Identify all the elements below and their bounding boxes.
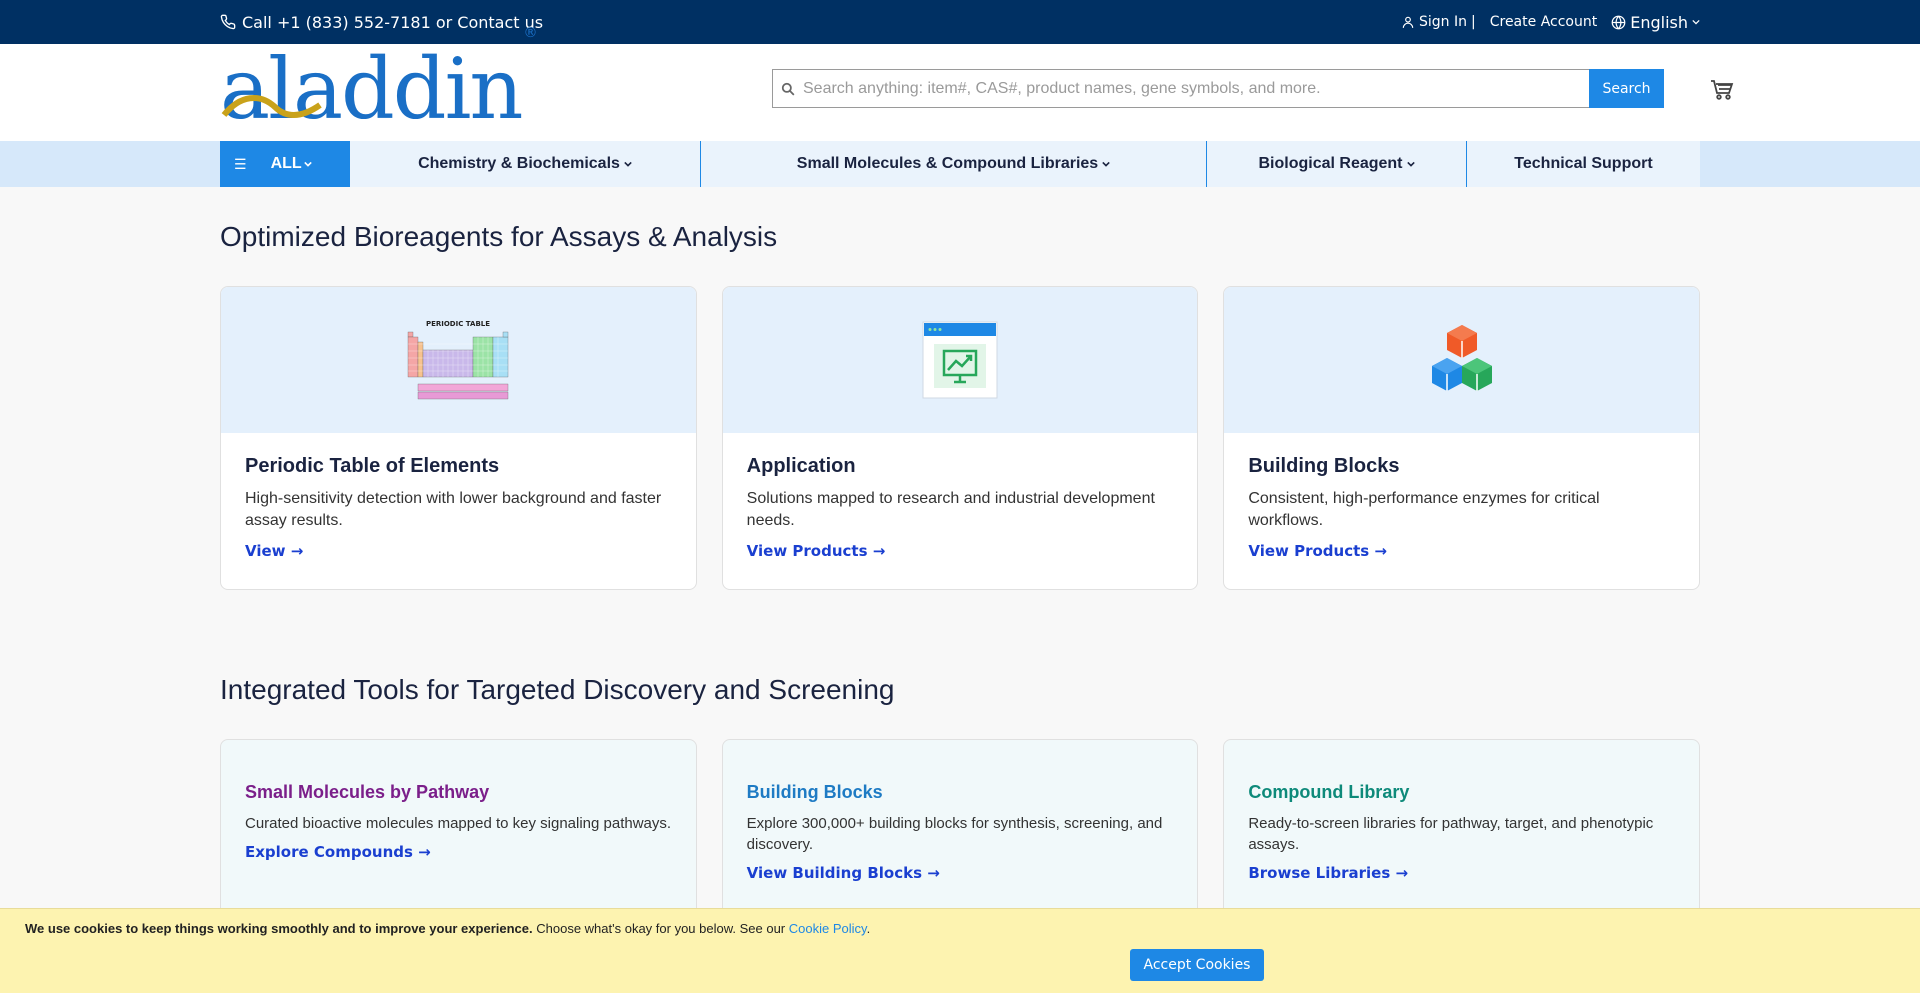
cart-button[interactable]	[1710, 79, 1734, 106]
search-icon	[781, 82, 795, 95]
phone-text: Call +1 (833) 552-7181 or Contact us	[242, 12, 544, 32]
nav-item-label: Biological Reagent	[1258, 155, 1403, 172]
search-button[interactable]: Search	[1589, 69, 1664, 108]
card-description: High-sensitivity detection with lower ba…	[245, 490, 662, 529]
section-title: Integrated Tools for Targeted Discovery …	[220, 674, 895, 705]
main-content: Optimized Bioreagents for Assays & Analy…	[220, 221, 1701, 919]
nav-item-label: Technical Support	[1514, 155, 1653, 172]
card-row: Small Molecules by Pathway Curated bioac…	[220, 739, 1701, 919]
nav-item-label: Chemistry & Biochemicals	[418, 155, 620, 172]
search-bar: Search	[772, 69, 1664, 108]
nav-item-biological-reagent[interactable]: Biological Reagent	[1207, 141, 1467, 187]
search-box	[772, 69, 1589, 108]
section-title: Optimized Bioreagents for Assays & Analy…	[220, 221, 778, 252]
top-bar: Call +1 (833) 552-7181 or Contact us Sig…	[0, 0, 1920, 44]
card-image	[722, 287, 1198, 433]
main-nav: ☰ ALL Chemistry & Biochemicals Small Mol…	[0, 141, 1920, 187]
periodic-table-icon: PERIODIC TABLE	[408, 320, 509, 400]
nav-item-label: Small Molecules & Compound Libraries	[796, 155, 1099, 172]
card-description: Explore 300,000+ building blocks for syn…	[746, 815, 1163, 853]
chevron-down-icon	[1406, 161, 1415, 167]
card-description: Ready-to-screen libraries for pathway, t…	[1248, 815, 1654, 853]
card-periodic-table[interactable]: PERIODIC TABLE Periodic Table of Element…	[220, 286, 697, 590]
card-view-products-link[interactable]: View Products →	[1248, 542, 1387, 560]
card-image: PERIODIC TABLE	[221, 287, 696, 433]
card-title: Building Blocks	[1248, 455, 1400, 477]
periodic-table-caption: PERIODIC TABLE	[426, 320, 490, 328]
chevron-down-icon	[1692, 19, 1700, 25]
phone-icon	[220, 14, 236, 30]
card-title: Application	[746, 455, 856, 477]
search-input[interactable]	[803, 79, 1583, 98]
card-title: Small Molecules by Pathway	[245, 782, 490, 802]
cookie-banner: We use cookies to keep things working sm…	[0, 908, 1920, 993]
create-account-link[interactable]: Create Account	[1490, 14, 1598, 30]
card-title: Building Blocks	[746, 782, 883, 802]
card-description: Curated bioactive molecules mapped to ke…	[245, 815, 672, 832]
cookie-message-bold: We use cookies to keep things working sm…	[25, 921, 533, 936]
cookie-message-period: .	[866, 921, 871, 936]
logo-swoosh-icon	[221, 94, 322, 118]
chevron-down-icon	[624, 161, 632, 167]
hamburger-icon: ☰	[234, 155, 247, 172]
language-selector[interactable]: English	[1611, 13, 1700, 32]
logo[interactable]: aladdin®	[220, 26, 538, 131]
chart-monitor-icon	[922, 321, 998, 399]
accept-cookies-button[interactable]: Accept Cookies	[1130, 949, 1264, 981]
language-label: English	[1630, 12, 1688, 32]
browse-libraries-link[interactable]: Browse Libraries →	[1248, 864, 1408, 882]
phone-contact[interactable]: Call +1 (833) 552-7181 or Contact us	[220, 13, 543, 32]
chevron-down-icon	[303, 161, 312, 167]
user-icon	[1402, 16, 1414, 28]
cubes-icon	[1431, 325, 1492, 391]
card-compound-library[interactable]: Compound Library Ready-to-screen librari…	[1223, 739, 1701, 919]
header: aladdin® Search	[0, 26, 1920, 141]
cart-icon	[1711, 80, 1734, 100]
cookie-policy-link[interactable]: Cookie Policy	[789, 921, 867, 936]
nav-all-label: ALL	[270, 155, 302, 172]
view-building-blocks-link[interactable]: View Building Blocks →	[747, 864, 940, 882]
globe-icon	[1611, 15, 1626, 29]
card-title: Periodic Table of Elements	[245, 455, 500, 477]
card-building-blocks-tools[interactable]: Building Blocks Explore 300,000+ buildin…	[721, 739, 1199, 919]
nav-all-menu[interactable]: ☰ ALL	[220, 141, 350, 187]
separator: |	[1471, 14, 1476, 30]
cookie-message: We use cookies to keep things working sm…	[25, 921, 870, 936]
card-view-products-link[interactable]: View Products →	[747, 542, 886, 560]
nav-item-technical-support[interactable]: Technical Support	[1467, 141, 1700, 187]
card-title: Compound Library	[1248, 782, 1410, 802]
sign-in-link[interactable]: Sign In |	[1401, 14, 1476, 30]
card-small-molecules-by-pathway[interactable]: Small Molecules by Pathway Curated bioac…	[220, 739, 697, 919]
cookie-message-text: Choose what's okay for you below. See ou…	[536, 921, 786, 936]
logo-registered-mark: ®	[523, 24, 538, 41]
nav-item-chemistry[interactable]: Chemistry & Biochemicals	[350, 141, 701, 187]
card-view-link[interactable]: View →	[245, 542, 303, 560]
nav-item-small-molecules[interactable]: Small Molecules & Compound Libraries	[701, 141, 1207, 187]
card-image	[1224, 287, 1700, 433]
card-application[interactable]: Application Solutions mapped to research…	[721, 286, 1199, 590]
sign-in-label: Sign In	[1419, 14, 1467, 30]
card-building-blocks[interactable]: Building Blocks Consistent, high-perform…	[1223, 286, 1701, 590]
chevron-down-icon	[1102, 161, 1110, 167]
card-row: PERIODIC TABLE Periodic Table of Element…	[220, 286, 1701, 590]
explore-compounds-link[interactable]: Explore Compounds →	[245, 843, 431, 861]
card-description: Solutions mapped to research and industr…	[746, 490, 1155, 529]
card-description: Consistent, high-performance enzymes for…	[1248, 490, 1600, 529]
